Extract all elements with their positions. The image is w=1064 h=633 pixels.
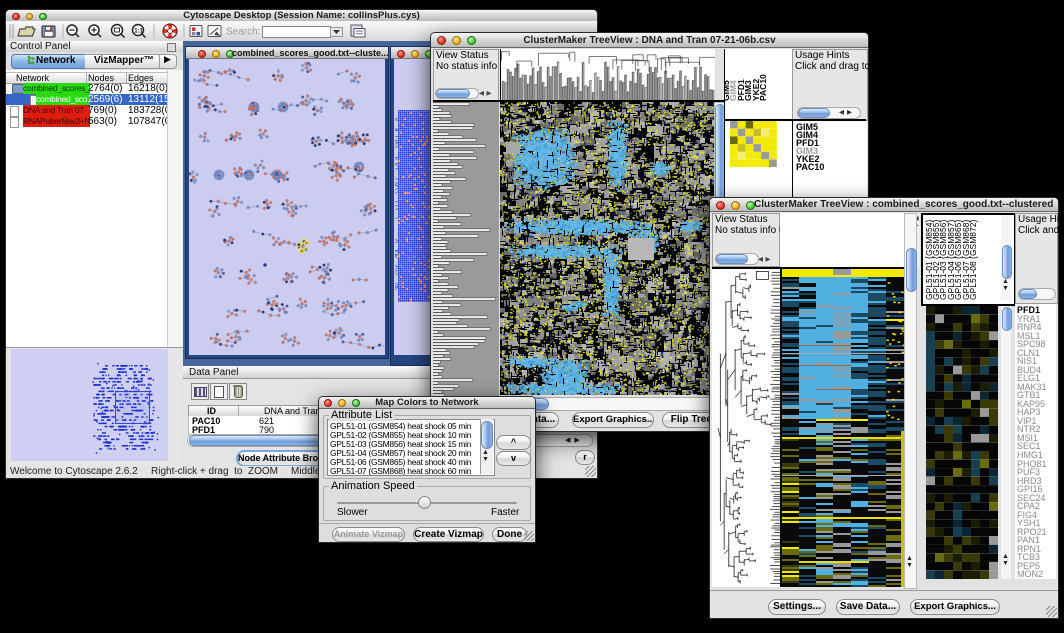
svg-text:Search:: Search: [226, 27, 260, 38]
svg-text:1:1: 1:1 [134, 28, 143, 34]
